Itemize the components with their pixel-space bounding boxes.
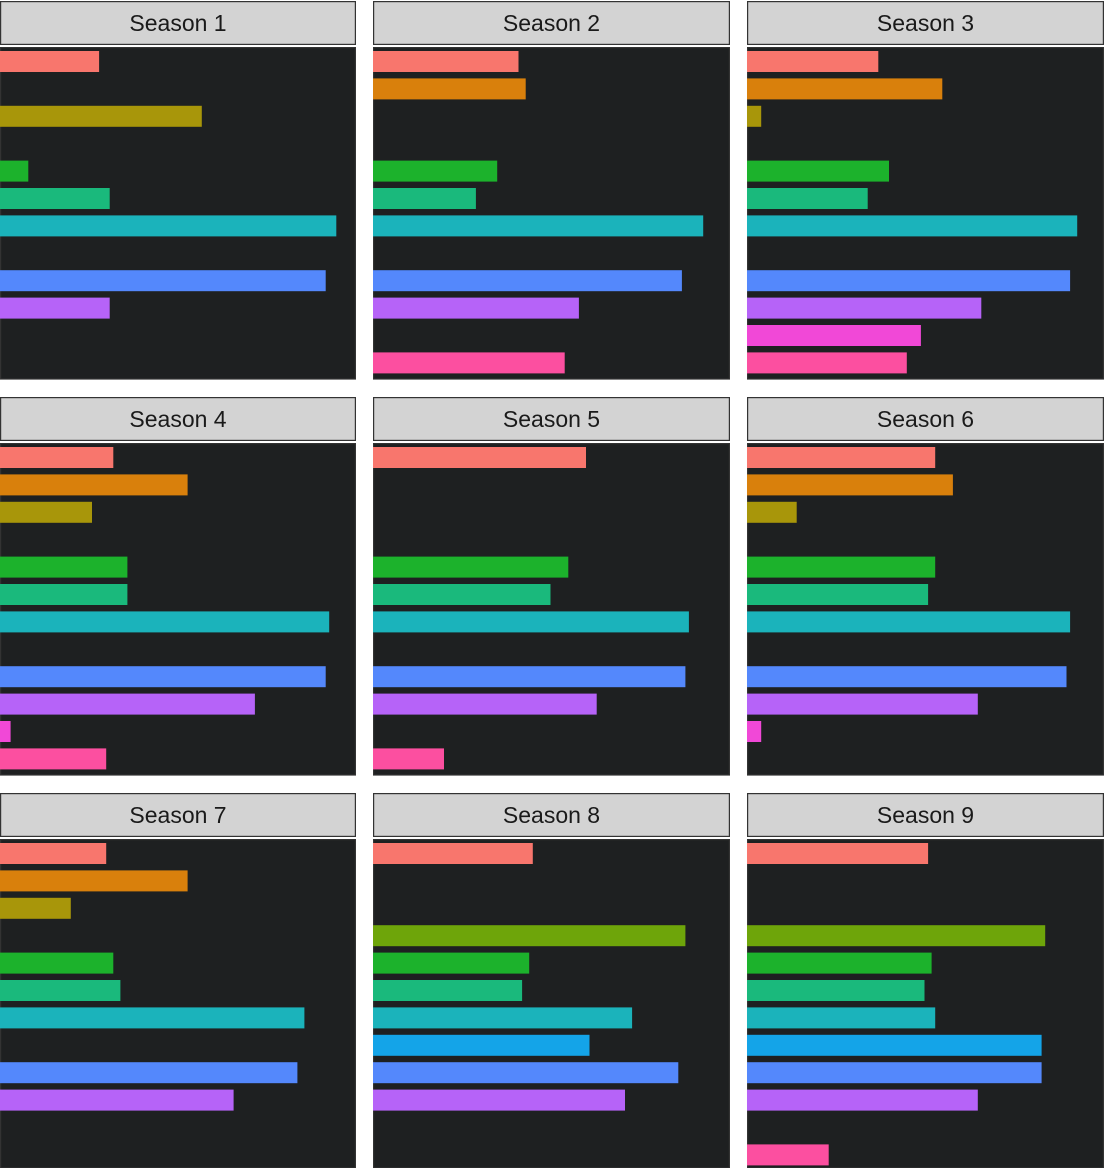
bar [747,188,868,209]
bar [747,1007,936,1029]
bar [0,584,128,605]
facet-panel: Season 4 [0,397,356,776]
bar [0,748,107,770]
facet-panel: Season 9 [746,792,1104,1168]
bar [747,51,879,72]
bar [0,843,107,864]
panel-background [746,838,1104,1168]
bar [0,870,188,892]
facet-panel: Season 3 [746,1,1104,380]
bar [0,1007,305,1029]
bar [373,78,526,100]
bar [747,447,936,468]
bar [373,1034,590,1056]
bar [747,666,1067,688]
bar [747,105,762,127]
bar [0,160,29,182]
facet-strip-label: Season 6 [877,406,974,432]
bar [373,556,569,578]
bar [0,215,337,237]
bar [373,952,530,974]
bar [0,51,100,72]
bar [0,721,11,742]
facet-strip-label: Season 2 [503,10,600,36]
bar [373,215,704,237]
bar [747,160,889,182]
bar [0,297,110,319]
bar [747,843,929,864]
bar [747,78,943,100]
bar [373,666,686,688]
bar [373,584,551,605]
bar [373,843,533,864]
facet-panel: Season 8 [373,792,730,1168]
bar [747,925,1046,947]
facet-panel: Season 6 [746,397,1104,776]
bar [0,1089,234,1111]
bar [0,980,121,1001]
bar [747,297,982,319]
bar [0,952,114,974]
bar [373,748,444,770]
facet-panel: Season 7 [0,792,356,1168]
bar [0,474,188,496]
facet-panel: Season 1 [0,1,356,380]
bar [373,1007,633,1029]
bar [373,51,519,72]
bar [747,215,1078,237]
bar [747,352,907,374]
bar [0,666,326,688]
bar [0,897,71,919]
bar [747,584,929,605]
bar [747,1062,1042,1084]
bar [373,980,523,1001]
bar [373,611,689,633]
bar [0,1062,298,1084]
bar [373,693,597,715]
bar [373,447,586,468]
bar [0,270,326,292]
facet-strip-label: Season 7 [129,802,226,828]
bar [747,556,936,578]
bar [747,980,925,1001]
facet-strip-label: Season 5 [503,406,600,432]
facet-strip-label: Season 4 [129,406,226,432]
bar [0,501,92,523]
bar [747,270,1071,292]
facet-panel: Season 5 [373,397,730,776]
bar [373,1089,625,1111]
faceted-bar-chart: Season 1 Season 2 Season 3 Season 4 Season 5… [0,1,1104,1168]
bar [373,188,476,209]
bar [373,270,682,292]
bar [0,611,330,633]
bar [747,952,932,974]
bar [373,297,579,319]
bar [373,352,565,374]
facet-strip-label: Season 9 [877,802,974,828]
bar [373,160,498,182]
bar [373,1062,679,1084]
panel-background [373,443,730,776]
bar [747,474,953,496]
facet-strip-label: Season 1 [129,10,226,36]
panel-background [0,46,356,380]
bar [747,1089,978,1111]
bar [747,693,978,715]
bar [373,925,686,947]
facet-strip-label: Season 8 [503,802,600,828]
bar [0,188,110,209]
bar [747,325,921,346]
bar [0,556,128,578]
bar [747,1034,1042,1056]
facet-panel: Season 2 [373,1,730,380]
panel-background [373,838,730,1168]
bar [0,105,202,127]
bar [747,1144,829,1166]
bar [747,501,797,523]
bar [747,611,1071,633]
bar [0,693,255,715]
facet-strip-label: Season 3 [877,10,974,36]
bar [0,447,114,468]
bar [747,721,762,742]
